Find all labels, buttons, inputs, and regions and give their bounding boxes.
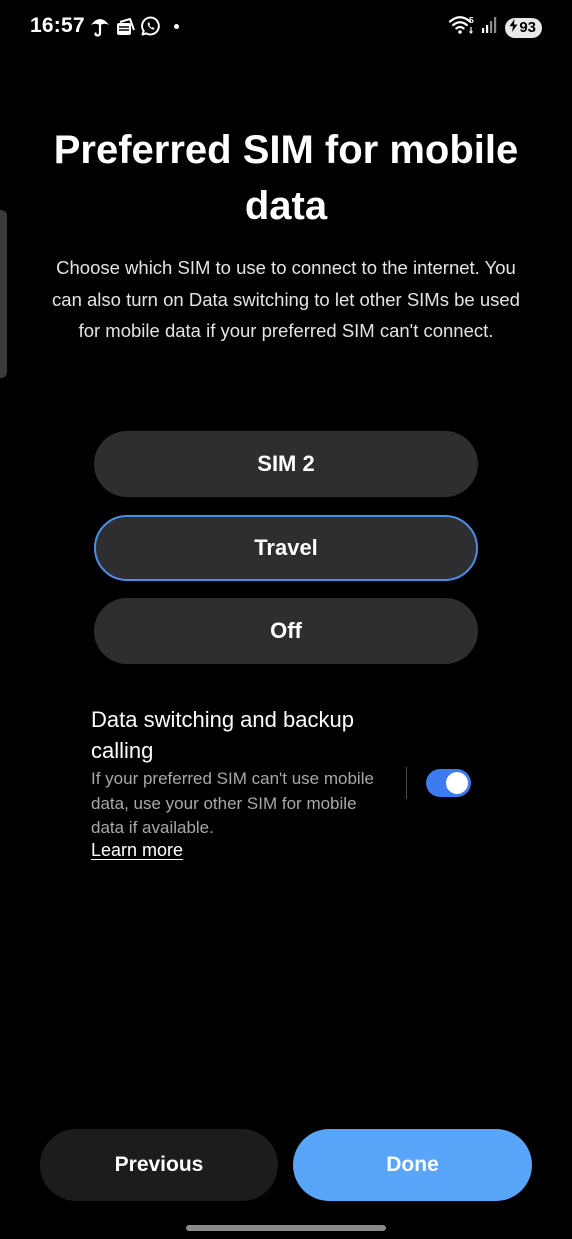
page-title: Preferred SIM for mobile data bbox=[53, 128, 519, 228]
notification-dot bbox=[174, 23, 179, 29]
wifi-badge: 5 bbox=[469, 15, 474, 25]
status-time: 16:57 bbox=[30, 14, 85, 37]
page-description: Choose which SIM to use to connect to th… bbox=[52, 257, 520, 341]
wifi-icon: 5 bbox=[449, 15, 475, 40]
battery-indicator: 93 bbox=[505, 17, 542, 38]
umbrella-icon bbox=[90, 15, 110, 37]
signal-icon bbox=[481, 16, 499, 39]
status-bar: 16:57 5 93 bbox=[0, 0, 572, 54]
edge-panel-handle[interactable] bbox=[0, 210, 7, 378]
data-switching-toggle[interactable] bbox=[426, 769, 471, 797]
option-travel[interactable]: Travel bbox=[94, 515, 478, 581]
option-sim-2[interactable]: SIM 2 bbox=[94, 431, 478, 497]
previous-button[interactable]: Previous bbox=[40, 1129, 278, 1201]
learn-more-link[interactable]: Learn more bbox=[91, 840, 183, 861]
setting-divider bbox=[406, 767, 407, 799]
battery-level: 93 bbox=[519, 19, 536, 36]
option-off[interactable]: Off bbox=[94, 598, 478, 664]
whatsapp-icon bbox=[141, 16, 161, 36]
charging-icon bbox=[509, 19, 518, 36]
done-button[interactable]: Done bbox=[293, 1129, 532, 1201]
system-status: 5 93 bbox=[449, 15, 542, 40]
stack-icon bbox=[115, 16, 136, 37]
home-indicator[interactable] bbox=[186, 1225, 386, 1231]
data-switching-title[interactable]: Data switching and backup calling bbox=[91, 704, 401, 766]
data-switching-description: If your preferred SIM can't use mobile d… bbox=[91, 769, 374, 837]
toggle-knob bbox=[446, 772, 468, 794]
notification-icons bbox=[90, 15, 179, 37]
